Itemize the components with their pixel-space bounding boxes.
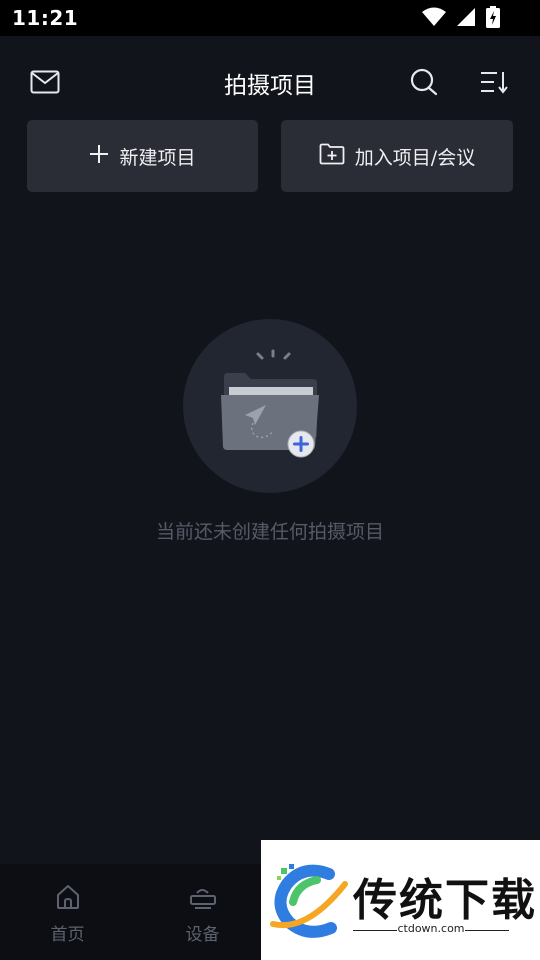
join-project-label: 加入项目/会议	[354, 146, 476, 169]
device-icon	[188, 882, 218, 912]
folder-send-icon	[221, 349, 319, 458]
wifi-icon	[422, 7, 446, 31]
empty-state-illustration	[183, 319, 357, 493]
watermark-brand: 传统下载	[353, 875, 537, 926]
app-screen: 11:21 拍摄项目 新建项目 加入项目/会议 当前还未创建任何拍摄项目 首页 …	[0, 0, 540, 960]
home-icon	[53, 882, 83, 912]
header: 拍摄项目	[0, 36, 540, 120]
status-bar: 11:21	[0, 0, 540, 36]
join-project-button[interactable]: 加入项目/会议	[281, 120, 513, 192]
battery-charging-icon	[486, 6, 500, 32]
plus-icon	[89, 144, 109, 169]
status-icons	[422, 6, 500, 32]
watermark-url: ctdown.com	[397, 922, 465, 935]
new-project-button[interactable]: 新建项目	[27, 120, 258, 192]
empty-state-message: 当前还未创建任何拍摄项目	[155, 521, 384, 543]
new-project-label: 新建项目	[119, 146, 196, 169]
search-icon[interactable]	[406, 64, 442, 100]
watermark: 传统下载 ctdown.com	[261, 840, 540, 960]
nav-item-device[interactable]: 设备	[135, 864, 270, 960]
page-title: 拍摄项目	[224, 73, 316, 99]
sort-icon[interactable]	[476, 64, 512, 100]
nav-label-device: 设备	[185, 925, 220, 945]
status-time: 11:21	[12, 6, 79, 30]
brand-logo-icon	[270, 864, 348, 938]
nav-label-home: 首页	[50, 925, 85, 945]
folder-add-icon	[319, 143, 345, 170]
nav-item-home[interactable]: 首页	[0, 864, 135, 960]
watermark-divider-right	[465, 930, 509, 931]
signal-icon	[456, 7, 476, 31]
